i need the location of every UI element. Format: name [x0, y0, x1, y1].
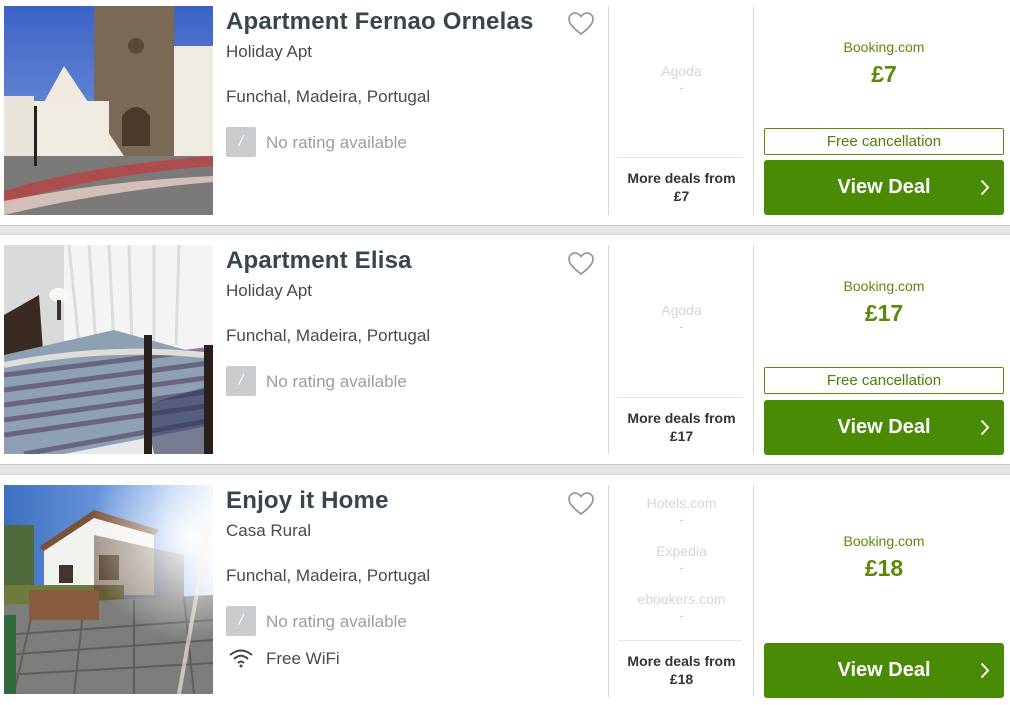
listing-title[interactable]: Apartment Elisa [226, 247, 412, 275]
location: Funchal, Madeira, Portugal [226, 87, 431, 106]
divider [608, 6, 609, 215]
view-deal-label: View Deal [837, 416, 931, 438]
chevron-right-icon [980, 179, 990, 196]
listing-title[interactable]: Enjoy it Home [226, 487, 389, 515]
more-deals-link[interactable]: More deals from £7 [610, 169, 753, 205]
partner-price: - [679, 559, 684, 575]
heart-icon[interactable] [568, 252, 594, 276]
property-type: Holiday Apt [226, 42, 312, 61]
free-cancellation-badge: Free cancellation [764, 128, 1004, 155]
provider-name: Booking.com [843, 39, 925, 55]
more-deals-label: More deals from [627, 170, 736, 186]
chevron-right-icon [980, 419, 990, 436]
divider [608, 485, 609, 697]
more-deals-price: £18 [669, 671, 694, 687]
listing-card: Apartment Elisa Holiday Apt Funchal, Mad… [0, 235, 1010, 464]
property-type: Casa Rural [226, 521, 312, 540]
view-deal-label: View Deal [837, 176, 931, 198]
more-deals-label: More deals from [627, 653, 736, 669]
heart-icon[interactable] [568, 12, 594, 36]
rating-badge: / [226, 127, 256, 157]
more-deals-link[interactable]: More deals from £17 [610, 409, 753, 445]
partner-list: Agoda - [610, 63, 753, 95]
partner-name[interactable]: Agoda [610, 63, 753, 79]
listing-photo-bedroom[interactable] [4, 245, 213, 454]
more-deals-price: £17 [669, 428, 694, 444]
partner-price: - [679, 318, 684, 334]
partner-name[interactable]: Expedia [610, 543, 753, 559]
listing-card: Enjoy it Home Casa Rural Funchal, Madeir… [0, 475, 1010, 705]
rating-text: No rating available [266, 133, 407, 152]
provider-name: Booking.com [843, 533, 925, 549]
wifi-icon [229, 649, 253, 668]
more-deals-price: £7 [673, 188, 690, 204]
partner-list: Hotels.com - Expedia - ebookers.com - [610, 495, 753, 623]
divider [618, 157, 742, 158]
view-deal-label: View Deal [837, 659, 931, 681]
view-deal-button[interactable]: View Deal [764, 643, 1004, 698]
free-cancellation-badge: Free cancellation [764, 367, 1004, 394]
partner-name[interactable]: ebookers.com [610, 591, 753, 607]
divider [753, 6, 754, 215]
listing-photo-house[interactable] [4, 485, 213, 694]
listing-photo-church[interactable] [4, 6, 213, 215]
view-deal-button[interactable]: View Deal [764, 160, 1004, 215]
heart-icon[interactable] [568, 492, 594, 516]
partner-price: - [679, 511, 684, 527]
partner-name[interactable]: Agoda [610, 302, 753, 318]
listing-card: Apartment Fernao Ornelas Holiday Apt Fun… [0, 0, 1010, 225]
deal-price: £18 [864, 555, 904, 581]
partner-name[interactable]: Hotels.com [610, 495, 753, 511]
divider [608, 245, 609, 454]
chevron-right-icon [980, 662, 990, 679]
partner-price: - [679, 79, 684, 95]
divider [618, 640, 742, 641]
divider [753, 245, 754, 454]
property-type: Holiday Apt [226, 281, 312, 300]
partner-list: Agoda - [610, 302, 753, 334]
deal-price: £17 [864, 300, 904, 326]
location: Funchal, Madeira, Portugal [226, 566, 431, 585]
listing-title[interactable]: Apartment Fernao Ornelas [226, 8, 534, 36]
provider-name: Booking.com [843, 278, 925, 294]
more-deals-link[interactable]: More deals from £18 [610, 652, 753, 688]
rating-badge: / [226, 366, 256, 396]
amenity-wifi: Free WiFi [266, 649, 340, 668]
rating-badge: / [226, 606, 256, 636]
partner-price: - [679, 607, 684, 623]
divider [753, 485, 754, 697]
rating-text: No rating available [266, 612, 407, 631]
deal-price: £7 [871, 61, 897, 87]
location: Funchal, Madeira, Portugal [226, 326, 431, 345]
rating-text: No rating available [266, 372, 407, 391]
card-separator [0, 225, 1010, 235]
view-deal-button[interactable]: View Deal [764, 400, 1004, 455]
card-separator [0, 464, 1010, 475]
more-deals-label: More deals from [627, 410, 736, 426]
divider [618, 397, 742, 398]
